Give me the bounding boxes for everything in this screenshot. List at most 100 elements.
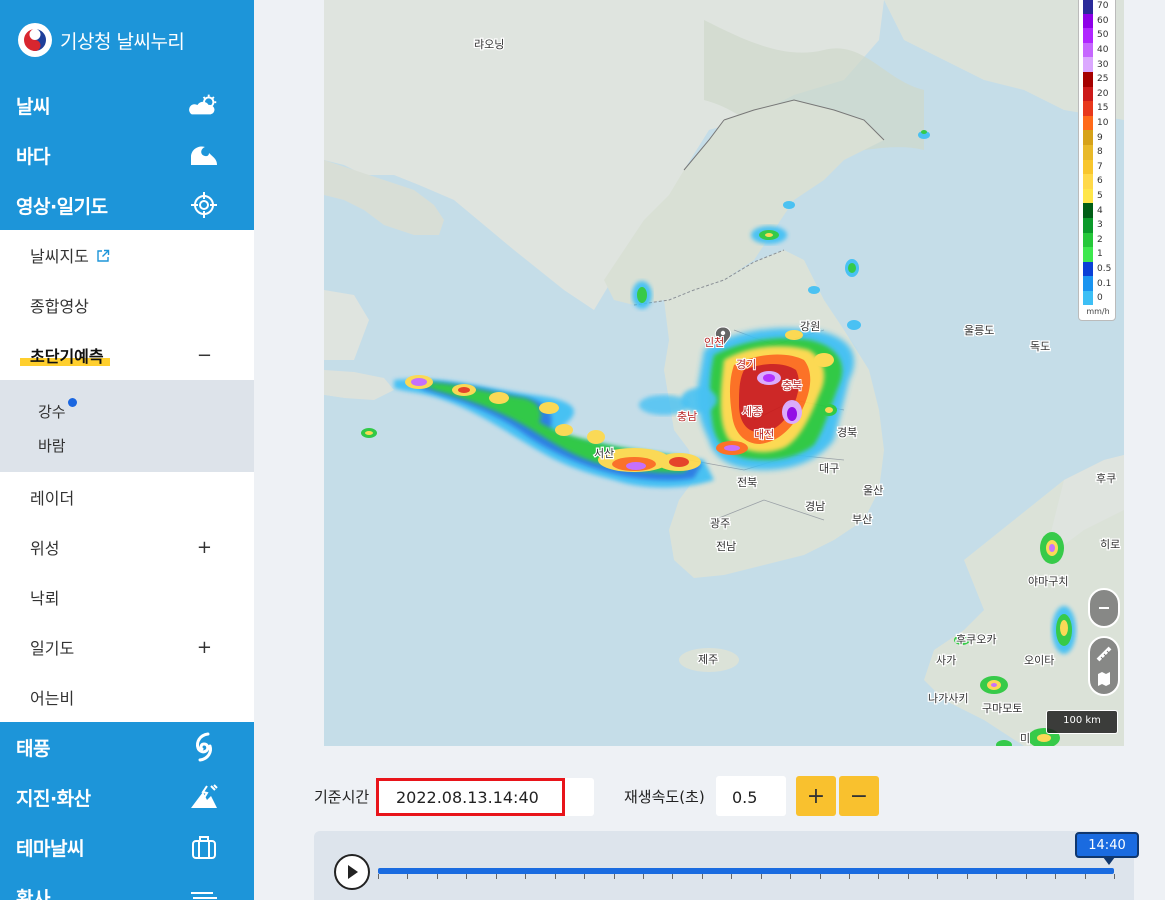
sub-item-freezing-rain[interactable]: 어는비 <box>0 672 254 722</box>
menu-label: 테마날씨 <box>16 837 84 860</box>
legend-row: 0 <box>1083 290 1113 306</box>
legend-row: 25 <box>1083 71 1113 87</box>
timeline-tick <box>878 874 880 879</box>
timeline-tick <box>436 874 438 879</box>
earthquake-icon <box>188 783 220 811</box>
sidebar: 기상청 날씨누리 날씨 바다 영상·일기도 날씨지도 종합영상 초단기예측 − … <box>0 0 254 900</box>
play-button[interactable] <box>334 854 370 890</box>
sub-item-weather-map[interactable]: 날씨지도 <box>0 230 254 280</box>
map-zoom-control[interactable] <box>1088 588 1120 628</box>
menu-earthquake-volcano[interactable]: 지진·화산 <box>0 772 254 822</box>
site-title: 기상청 날씨누리 <box>60 30 185 53</box>
speed-increase-button[interactable]: + <box>796 776 836 816</box>
legend-value: 50 <box>1097 30 1109 41</box>
legend-swatch <box>1083 0 1093 14</box>
menu-weather[interactable]: 날씨 <box>0 80 254 130</box>
third-item-label: 바람 <box>38 436 66 455</box>
legend-swatch <box>1083 86 1093 102</box>
collapse-toggle[interactable]: − <box>197 345 212 366</box>
legend-swatch <box>1083 71 1093 87</box>
legend-swatch <box>1083 42 1093 58</box>
legend-swatch <box>1083 247 1093 262</box>
timeline-current-time[interactable]: 14:40 <box>1075 832 1139 858</box>
menu-imagery-charts[interactable]: 영상·일기도 <box>0 180 254 230</box>
timeline-tick <box>1055 874 1057 879</box>
site-logo[interactable]: 기상청 날씨누리 <box>0 0 254 80</box>
timeline-tick <box>495 874 497 879</box>
label-gyeonggi: 경기 <box>736 358 756 371</box>
label-saga: 사가 <box>936 654 956 667</box>
timeline-tick <box>378 874 379 879</box>
menu-yellow-dust[interactable]: 황사 <box>0 872 254 900</box>
legend-swatch <box>1083 13 1093 29</box>
ruler-icon[interactable] <box>1095 645 1113 663</box>
legend-row: 40 <box>1083 42 1113 58</box>
legend-value: 1 <box>1097 249 1103 260</box>
timeline-tick <box>849 874 851 879</box>
timeline-tick <box>1084 874 1086 879</box>
legend-value: 2 <box>1097 234 1103 245</box>
label-hiro: 히로 <box>1100 537 1120 551</box>
taegeuk-logo-icon <box>18 23 52 57</box>
legend-row: 15 <box>1083 101 1113 116</box>
legend-swatch <box>1083 28 1093 43</box>
map-canvas: 랴오닝 울릉도 독도 강원 경기 충북 충남 세종 대전 경북 대구 전북 울산… <box>324 0 1124 746</box>
map-tools-control[interactable] <box>1088 636 1120 696</box>
legend-swatch <box>1083 130 1093 145</box>
menu-typhoon[interactable]: 태풍 <box>0 722 254 772</box>
legend-row: 3 <box>1083 217 1113 233</box>
timeline-tick <box>466 874 468 879</box>
sub-item-weather-chart[interactable]: 일기도 + <box>0 622 254 672</box>
sub-item-nowcast[interactable]: 초단기예측 − <box>0 330 254 380</box>
wave-icon <box>188 141 220 169</box>
legend-row: 20 <box>1083 86 1113 102</box>
menu-label: 태풍 <box>16 737 50 760</box>
timeline-panel <box>314 831 1134 900</box>
third-item-precipitation[interactable]: 강수 <box>0 394 254 428</box>
timeline-ticks <box>378 874 1115 880</box>
label-sejong: 세종 <box>742 405 762 418</box>
sub-item-label: 날씨지도 <box>30 247 89 266</box>
playback-speed-input[interactable]: 0.5 <box>716 776 786 816</box>
legend-swatch <box>1083 174 1093 189</box>
zoom-slider-icon <box>1099 607 1109 609</box>
sub-item-composite-imagery[interactable]: 종합영상 <box>0 280 254 330</box>
timeline-tick <box>937 874 939 879</box>
legend-swatch <box>1083 115 1093 131</box>
legend-value: 60 <box>1097 15 1109 26</box>
label-dokdo: 독도 <box>1030 340 1050 353</box>
label-gyeongbuk: 경북 <box>837 426 857 439</box>
precipitation-map[interactable]: 랴오닝 울릉도 독도 강원 경기 충북 충남 세종 대전 경북 대구 전북 울산… <box>324 0 1124 746</box>
legend-swatch <box>1083 261 1093 277</box>
legend-row: 0.1 <box>1083 276 1113 291</box>
legend-row: 10 <box>1083 115 1113 131</box>
timeline-tick <box>760 874 762 879</box>
legend-row: 70 <box>1083 0 1113 14</box>
menu-label: 영상·일기도 <box>16 195 108 218</box>
legend-swatch <box>1083 101 1093 116</box>
menu-sea[interactable]: 바다 <box>0 130 254 180</box>
expand-toggle[interactable]: + <box>197 637 212 658</box>
label-daejeon: 대전 <box>754 428 774 441</box>
sub-item-lightning[interactable]: 낙뢰 <box>0 572 254 622</box>
legend-swatch <box>1083 203 1093 218</box>
legend-value: 3 <box>1097 220 1103 231</box>
legend-value: 10 <box>1097 118 1109 129</box>
legend-value: 5 <box>1097 191 1103 202</box>
legend-row: 1 <box>1083 247 1113 262</box>
timeline-tick <box>701 874 703 879</box>
expand-toggle[interactable]: + <box>197 537 212 558</box>
speed-decrease-button[interactable]: − <box>839 776 879 816</box>
menu-theme-weather[interactable]: 테마날씨 <box>0 822 254 872</box>
label-nagasaki: 나가사키 <box>928 692 968 705</box>
sub-item-radar[interactable]: 레이더 <box>0 472 254 522</box>
menu-label: 날씨 <box>16 95 50 118</box>
third-item-wind[interactable]: 바람 <box>0 428 254 462</box>
timeline-tick <box>672 874 674 879</box>
legend-value: 0.1 <box>1097 278 1112 289</box>
label-gwangju: 광주 <box>710 517 730 530</box>
sub-item-label: 어는비 <box>30 689 75 708</box>
timeline-tick <box>554 874 556 879</box>
map-layer-icon[interactable] <box>1097 671 1111 687</box>
sub-item-satellite[interactable]: 위성 + <box>0 522 254 572</box>
